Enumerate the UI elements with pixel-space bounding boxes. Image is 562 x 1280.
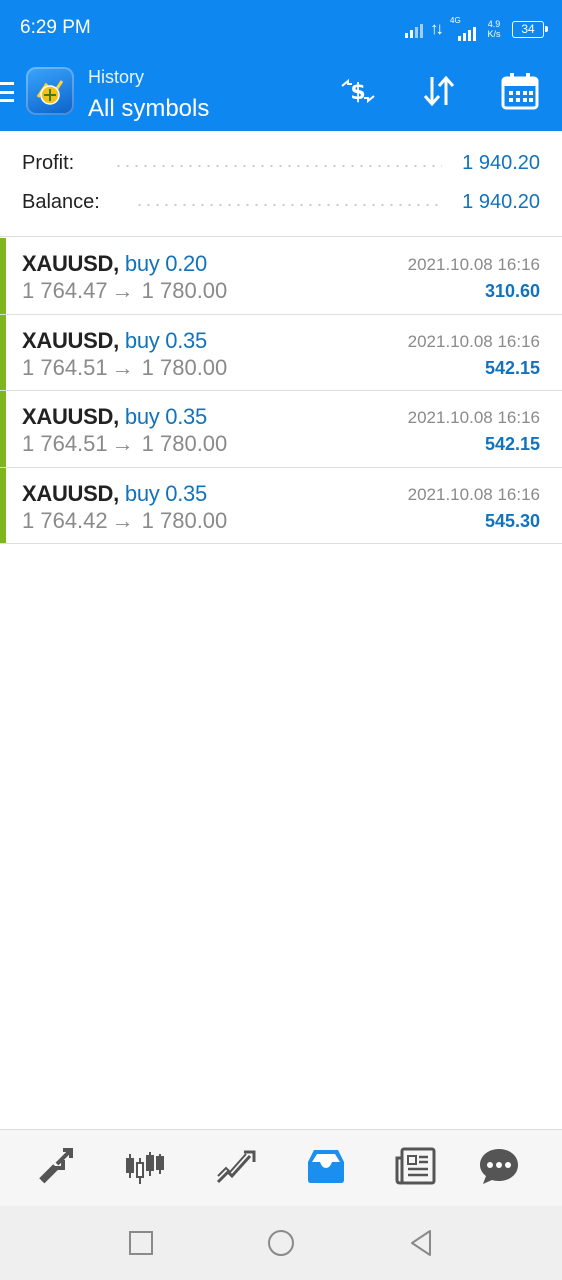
deal-symbol: XAUUSD, buy 0.35 <box>22 480 207 506</box>
deal-datetime: 2021.10.08 16:16 <box>407 408 540 427</box>
deal-type: buy 0.20 <box>124 251 207 276</box>
status-bar: 6:29 PM ↑↓ 4G 4.9 K/s 34 <box>0 0 562 58</box>
open-price: 1 764.42 <box>22 507 108 533</box>
recents-icon[interactable] <box>126 1228 156 1258</box>
status-time: 6:29 PM <box>20 17 91 38</box>
status-icons: ↑↓ 4G 4.9 K/s 34 <box>405 14 548 44</box>
app-bar: 6:29 PM ↑↓ 4G 4.9 K/s 34 History All sym… <box>0 0 562 131</box>
deal-datetime: 2021.10.08 16:16 <box>407 255 540 274</box>
balance-label: Balance: <box>22 191 100 213</box>
close-price: 1 780.00 <box>141 354 228 380</box>
header-title[interactable]: All symbols <box>88 95 209 123</box>
deal-datetime: 2021.10.08 16:16 <box>407 331 540 351</box>
deal-datetime: 2021.10.08 16:16 <box>407 484 540 504</box>
close-price: 1 780.00 <box>141 278 228 303</box>
network-speed-value: 4.9 <box>487 19 501 29</box>
deal-symbol: XAUUSD, buy 0.20 <box>22 251 207 276</box>
buy-indicator-bar <box>0 314 6 390</box>
chart-icon[interactable] <box>124 1144 168 1188</box>
trade-icon[interactable] <box>214 1144 258 1188</box>
messages-icon[interactable] <box>477 1144 521 1188</box>
svg-text:$: $ <box>350 80 365 105</box>
sort-icon[interactable] <box>418 70 460 112</box>
data-transfer-icon: ↑↓ <box>430 19 444 38</box>
signal-icon <box>405 20 423 38</box>
open-price: 1 764.47 <box>22 278 108 303</box>
battery-level: 34 <box>521 21 535 36</box>
network-signal-icon: 4G <box>448 16 476 41</box>
deal-symbol: XAUUSD, buy 0.35 <box>22 404 207 429</box>
deal-row[interactable]: XAUUSD, buy 0.35 1 764.51 → 1 780.00 2021.1… <box>0 314 562 391</box>
close-price: 1 780.00 <box>141 431 228 456</box>
deal-type: buy 0.35 <box>124 404 207 429</box>
app-logo-icon <box>26 67 74 115</box>
deal-profit: 545.30 <box>484 510 540 531</box>
profit-value: 1 940.20 <box>462 152 540 174</box>
network-speed-unit: K/s <box>487 29 501 39</box>
deals-list: XAUUSD, buy 0.20 1 764.47 → 1 780.00 2021.1… <box>0 238 562 544</box>
header-subtitle: History <box>88 67 145 87</box>
system-navigation-bar <box>0 1206 562 1280</box>
arrow-icon: → <box>111 431 134 456</box>
deal-type: buy 0.35 <box>124 327 207 353</box>
network-type: 4G <box>450 16 461 25</box>
account-summary: Profit: 1 940.20 Balance: 1 940.20 <box>0 131 562 237</box>
arrow-icon: → <box>111 278 134 303</box>
balance-row: Balance: 1 940.20 <box>22 191 540 217</box>
deal-prices: 1 764.47 → 1 780.00 <box>22 278 227 304</box>
bottom-tab-bar <box>0 1129 562 1206</box>
arrow-icon: → <box>111 507 134 533</box>
deal-profit: 542.15 <box>484 434 540 454</box>
deal-symbol: XAUUSD, buy 0.35 <box>22 327 207 353</box>
calendar-icon[interactable] <box>499 70 541 112</box>
open-price: 1 764.51 <box>22 354 108 380</box>
buy-indicator-bar <box>0 391 6 467</box>
deal-prices: 1 764.51 → 1 780.00 <box>22 355 227 381</box>
dotted-leader <box>114 165 442 167</box>
arrow-icon: → <box>111 354 134 380</box>
close-price: 1 780.00 <box>141 507 228 533</box>
history-icon[interactable] <box>304 1144 348 1188</box>
network-speed: 4.9 K/s <box>483 19 505 39</box>
deal-prices: 1 764.51 → 1 780.00 <box>22 431 227 457</box>
battery-icon: 34 <box>512 20 548 38</box>
back-icon[interactable] <box>406 1228 436 1258</box>
deal-row[interactable]: XAUUSD, buy 0.35 1 764.51 → 1 780.00 2021.1… <box>0 391 562 468</box>
dotted-leader <box>135 204 442 206</box>
balance-value: 1 940.20 <box>462 191 540 213</box>
news-icon[interactable] <box>394 1144 438 1188</box>
deal-prices: 1 764.42 → 1 780.00 <box>22 508 227 534</box>
deal-row[interactable]: XAUUSD, buy 0.35 1 764.42 → 1 780.00 2021.1… <box>0 467 562 544</box>
menu-icon[interactable] <box>0 82 14 102</box>
profit-label: Profit: <box>22 152 75 174</box>
open-price: 1 764.51 <box>22 431 108 456</box>
home-icon[interactable] <box>266 1228 296 1258</box>
deal-profit: 542.15 <box>484 357 540 378</box>
quotes-icon[interactable] <box>35 1144 79 1188</box>
deal-profit: 310.60 <box>484 281 540 301</box>
profit-row: Profit: 1 940.20 <box>22 152 540 178</box>
currency-icon[interactable]: $ <box>337 70 379 112</box>
buy-indicator-bar <box>0 238 6 314</box>
deal-type: buy 0.35 <box>124 480 207 506</box>
deal-row[interactable]: XAUUSD, buy 0.20 1 764.47 → 1 780.00 2021.1… <box>0 238 562 315</box>
buy-indicator-bar <box>0 467 6 543</box>
